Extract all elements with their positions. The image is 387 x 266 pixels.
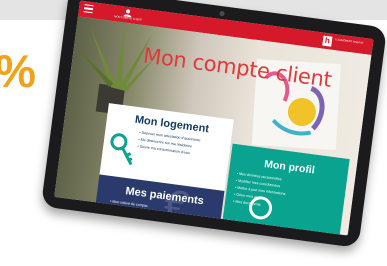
side-decoration: % (0, 48, 36, 94)
brand-name: LOGIRÉMENT HABITAT (334, 38, 364, 45)
hero-banner: Mon compte client Mon logement Déposer m… (54, 16, 372, 236)
tablet-device: MON COMPTE CLIENT h LOGIRÉMENT HABITAT M… (40, 0, 387, 248)
logement-list: Déposer mon attestation d'assurance Me d… (137, 129, 229, 162)
brand-logo[interactable]: h (322, 35, 333, 47)
menu-icon[interactable] (83, 4, 94, 14)
key-icon (110, 133, 133, 166)
tablet-screen: MON COMPTE CLIENT h LOGIRÉMENT HABITAT M… (54, 0, 374, 236)
card-title-profil: Mon profil (263, 158, 316, 177)
page-title: Mon compte client (141, 43, 333, 92)
